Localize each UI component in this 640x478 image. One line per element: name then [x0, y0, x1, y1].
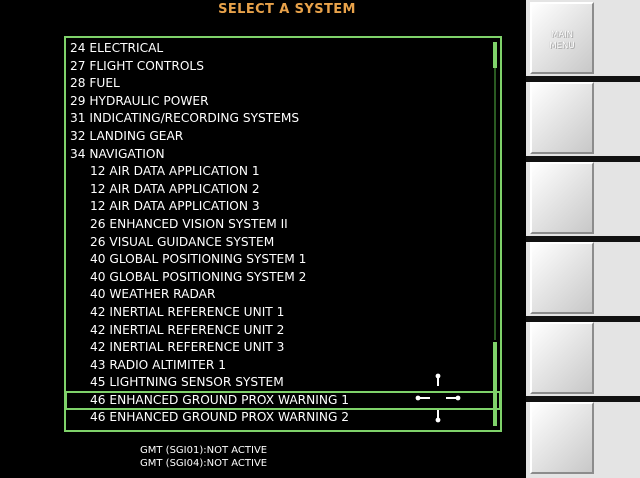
list-item[interactable]: 26 VISUAL GUIDANCE SYSTEM: [68, 234, 486, 252]
list-item[interactable]: 29 HYDRAULIC POWER: [68, 93, 486, 111]
scrollbar-bottom-segment: [493, 342, 497, 426]
list-item[interactable]: 42 INERTIAL REFERENCE UNIT 1: [68, 304, 486, 322]
list-item[interactable]: 42 INERTIAL REFERENCE UNIT 3: [68, 339, 486, 357]
crosshair-cursor-icon: [415, 373, 461, 423]
soft-key-4-button[interactable]: [530, 242, 594, 314]
button-label-line2: MENU: [549, 41, 575, 51]
soft-key-3-button[interactable]: [530, 162, 594, 234]
system-list: 24 ELECTRICAL 27 FLIGHT CONTROLS 28 FUEL…: [65, 40, 501, 427]
system-select-screen: SELECT A SYSTEM 24 ELECTRICAL 27 FLIGHT …: [0, 0, 640, 478]
list-item[interactable]: 40 GLOBAL POSITIONING SYSTEM 1: [68, 251, 486, 269]
list-item[interactable]: 28 FUEL: [68, 75, 486, 93]
main-menu-button[interactable]: MAIN MENU: [530, 2, 594, 74]
list-item[interactable]: 24 ELECTRICAL: [68, 40, 486, 58]
soft-key-panel: MAIN MENU: [526, 0, 640, 478]
soft-key-6-button[interactable]: [530, 402, 594, 474]
status-line-sgi01: GMT (SGI01):NOT ACTIVE: [140, 445, 268, 456]
button-label-line1: MAIN: [550, 30, 573, 40]
list-item[interactable]: 12 AIR DATA APPLICATION 1: [68, 163, 486, 181]
soft-key-5-button[interactable]: [530, 322, 594, 394]
list-scrollbar[interactable]: [493, 42, 497, 426]
status-line-sgi04: GMT (SGI04):NOT ACTIVE: [140, 458, 268, 469]
list-item[interactable]: 26 ENHANCED VISION SYSTEM II: [68, 216, 486, 234]
scrollbar-top-segment: [493, 42, 497, 68]
list-item[interactable]: 40 GLOBAL POSITIONING SYSTEM 2: [68, 269, 486, 287]
list-item[interactable]: 31 INDICATING/RECORDING SYSTEMS: [68, 110, 486, 128]
status-panel: GMT (SGI01):NOT ACTIVE GMT (SGI04):NOT A…: [140, 444, 267, 470]
list-item[interactable]: 34 NAVIGATION: [68, 146, 486, 164]
page-title: SELECT A SYSTEM: [218, 2, 356, 17]
list-item[interactable]: 32 LANDING GEAR: [68, 128, 486, 146]
list-item[interactable]: 40 WEATHER RADAR: [68, 286, 486, 304]
soft-key-2-button[interactable]: [530, 82, 594, 154]
scrollbar-track: [494, 68, 496, 340]
list-item[interactable]: 27 FLIGHT CONTROLS: [68, 58, 486, 76]
list-item[interactable]: 12 AIR DATA APPLICATION 3: [68, 198, 486, 216]
list-item[interactable]: 42 INERTIAL REFERENCE UNIT 2: [68, 322, 486, 340]
list-item[interactable]: 12 AIR DATA APPLICATION 2: [68, 181, 486, 199]
